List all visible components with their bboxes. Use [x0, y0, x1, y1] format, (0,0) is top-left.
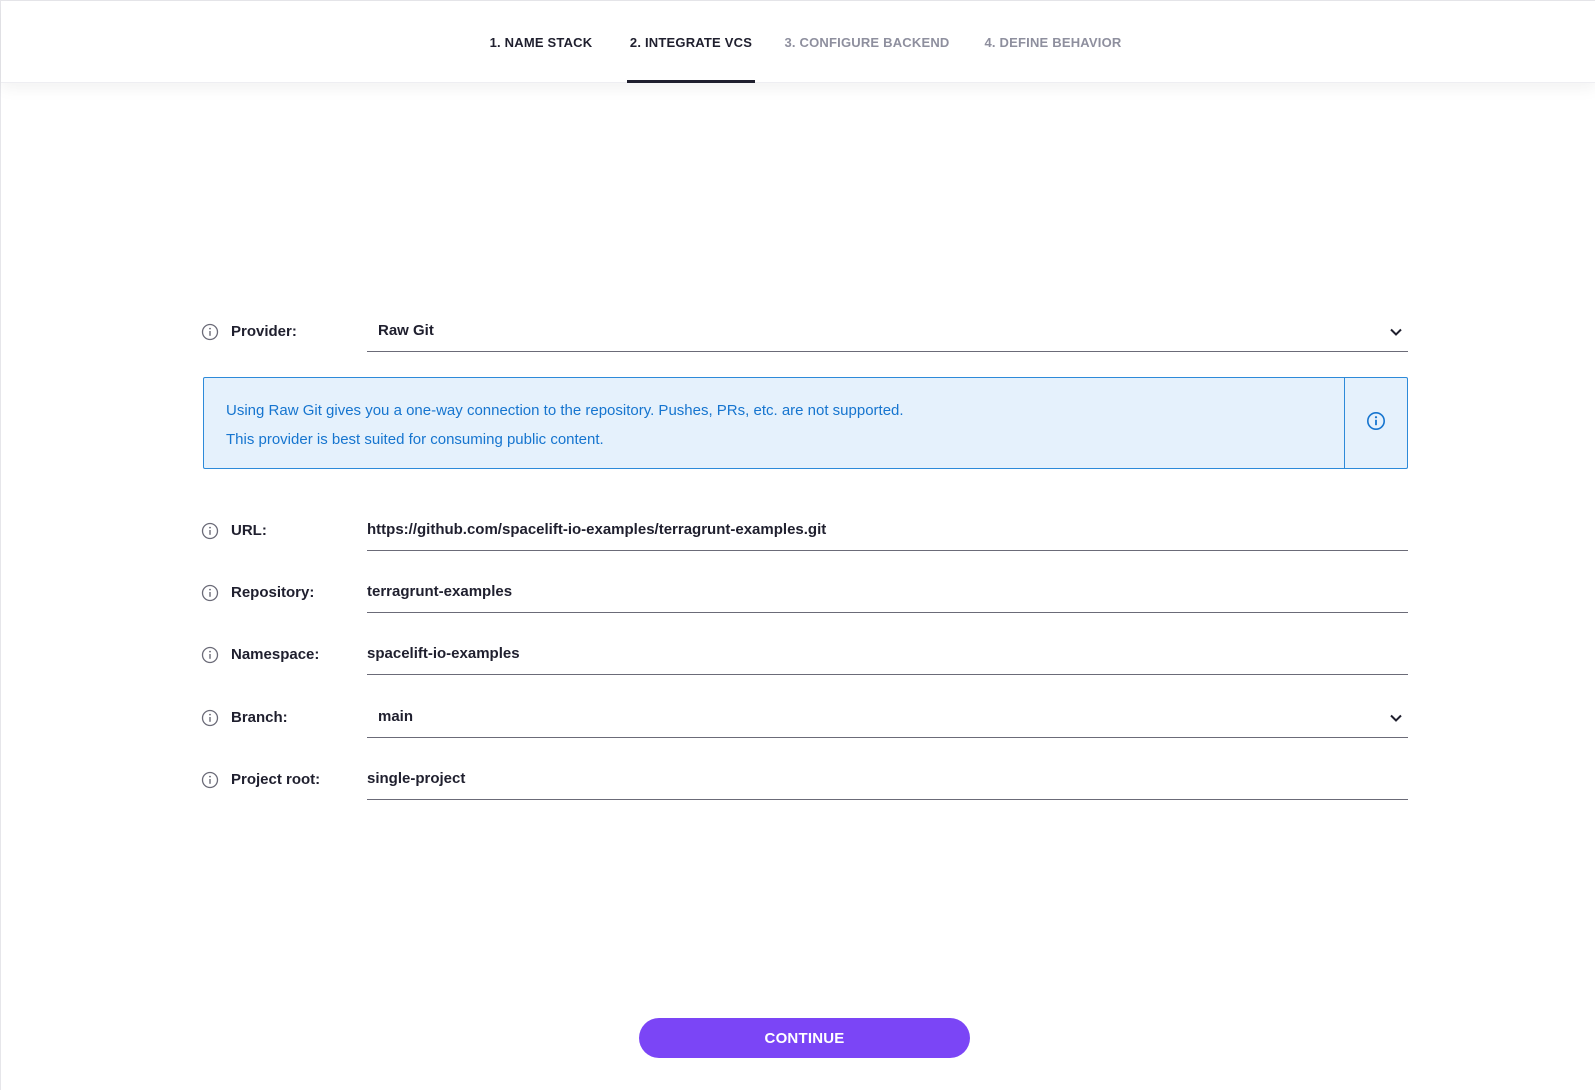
url-input[interactable]: https://github.com/spacelift-io-examples… — [367, 511, 1408, 551]
repository-row: Repository: terragrunt-examples — [201, 573, 1408, 613]
step-configure-backend[interactable]: 3. Configure backend — [781, 1, 953, 83]
info-circle-icon[interactable] — [201, 323, 219, 341]
step-define-behavior[interactable]: 4. Define behavior — [978, 1, 1128, 83]
namespace-row: Namespace: spacelift-io-examples — [201, 635, 1408, 675]
provider-row: Provider: Raw Git — [201, 312, 1408, 352]
project-root-label: Project root: — [231, 771, 321, 788]
url-label: URL: — [231, 522, 267, 539]
url-row: URL: https://github.com/spacelift-io-exa… — [201, 511, 1408, 551]
info-circle-icon[interactable] — [201, 771, 219, 789]
namespace-value: spacelift-io-examples — [367, 645, 520, 662]
info-circle-icon[interactable] — [201, 646, 219, 664]
repository-input[interactable]: terragrunt-examples — [367, 573, 1408, 613]
url-value: https://github.com/spacelift-io-examples… — [367, 521, 827, 538]
step-name-stack[interactable]: 1. Name stack — [485, 1, 597, 83]
provider-label: Provider: — [231, 323, 297, 340]
banner-icon-area — [1344, 378, 1407, 468]
provider-value: Raw Git — [378, 322, 434, 339]
branch-select[interactable]: main — [367, 698, 1408, 738]
chevron-down-icon — [1388, 324, 1404, 340]
project-root-row: Project root: single-project — [201, 760, 1408, 800]
banner-text: Using Raw Git gives you a one-way connec… — [226, 396, 1327, 454]
page-frame: 1. Name stack 2. Integrate VCS 3. Config… — [0, 0, 1595, 1090]
info-circle-icon — [1366, 411, 1386, 436]
raw-git-info-banner: Using Raw Git gives you a one-way connec… — [203, 377, 1408, 469]
banner-line-1: Using Raw Git gives you a one-way connec… — [226, 402, 904, 419]
info-circle-icon[interactable] — [201, 584, 219, 602]
branch-row: Branch: main — [201, 698, 1408, 738]
wizard-stepper: 1. Name stack 2. Integrate VCS 3. Config… — [1, 1, 1595, 83]
project-root-input[interactable]: single-project — [367, 760, 1408, 800]
repository-label: Repository: — [231, 584, 315, 601]
project-root-value: single-project — [367, 770, 466, 787]
info-circle-icon[interactable] — [201, 522, 219, 540]
continue-button[interactable]: Continue — [639, 1018, 970, 1058]
repository-value: terragrunt-examples — [367, 583, 513, 600]
banner-line-2: This provider is best suited for consumi… — [226, 431, 604, 448]
step-integrate-vcs[interactable]: 2. Integrate VCS — [627, 1, 755, 83]
branch-value: main — [378, 708, 414, 725]
namespace-label: Namespace: — [231, 646, 320, 663]
provider-select[interactable]: Raw Git — [367, 312, 1408, 352]
namespace-input[interactable]: spacelift-io-examples — [367, 635, 1408, 675]
chevron-down-icon — [1388, 710, 1404, 726]
branch-label: Branch: — [231, 709, 288, 726]
info-circle-icon[interactable] — [201, 709, 219, 727]
